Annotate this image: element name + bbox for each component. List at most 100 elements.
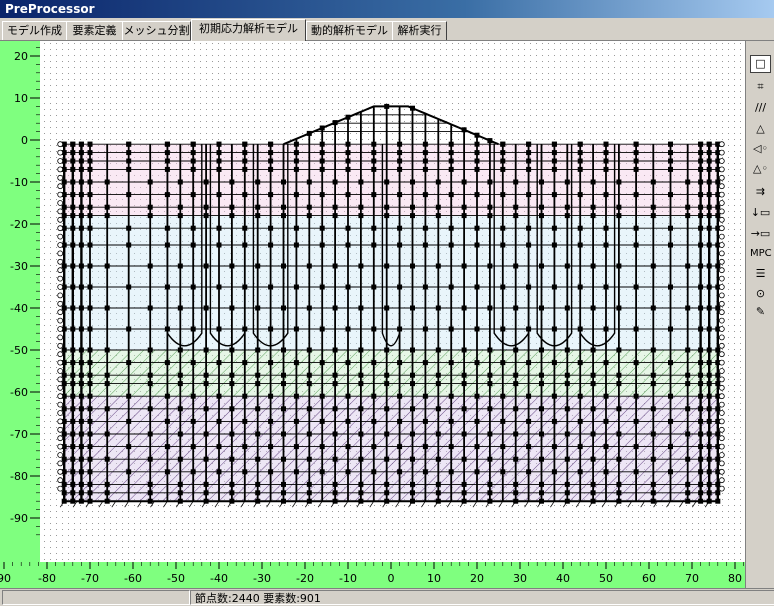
mesh-node (242, 141, 248, 147)
mesh-node (474, 393, 480, 399)
mesh-node (216, 150, 222, 156)
roller-support (718, 275, 725, 282)
mesh-node (422, 469, 428, 475)
mesh-node (590, 372, 596, 378)
mesh-node (603, 360, 609, 366)
mesh-node (229, 305, 235, 311)
mesh-node (126, 284, 132, 290)
mesh-node (87, 158, 93, 164)
mesh-node (616, 481, 622, 487)
mesh-node (590, 406, 596, 412)
mesh-node (216, 158, 222, 164)
mesh-plot[interactable]: 20 10 0 -10 -20 -30 -40 -50 -60 -70 -80 -90 90 -80 -7… (0, 41, 745, 588)
edit-icon[interactable]: ✎ (750, 303, 771, 321)
mesh-node (306, 490, 312, 496)
mesh-node (216, 284, 222, 290)
mesh-node (87, 242, 93, 248)
mesh-node (345, 418, 351, 424)
tab-initial-stress-model[interactable]: 初期応力解析モデル (191, 19, 306, 41)
load-icon[interactable]: ⇉ (750, 183, 771, 201)
node-element-count: 節点数:2440 要素数:901 (195, 592, 321, 605)
mesh-node (87, 431, 93, 437)
mesh-node (255, 347, 261, 353)
mesh-node (306, 263, 312, 269)
mesh-node (633, 469, 639, 475)
mesh-node (147, 456, 153, 462)
mesh-node (87, 150, 93, 156)
mesh-node (70, 225, 76, 231)
tab-run-analysis[interactable]: 解析実行 (392, 21, 447, 40)
mesh-node (268, 444, 274, 450)
x-axis-bar (0, 562, 745, 588)
fixed-support-icon[interactable]: /// (750, 99, 771, 117)
roller-support (718, 359, 725, 366)
joint-icon[interactable]: ⊙ (750, 285, 771, 303)
tab-model-create[interactable]: モデル作成 (2, 21, 67, 40)
mpc-button[interactable]: MPC (750, 245, 772, 263)
mesh-node (268, 141, 274, 147)
tab-element-define[interactable]: 要素定義 (66, 21, 123, 40)
mesh-node (268, 284, 274, 290)
mesh-node (474, 158, 480, 164)
mesh-node (715, 456, 721, 462)
mesh-node (177, 347, 183, 353)
mesh-node (435, 456, 441, 462)
mesh-node (513, 372, 519, 378)
mesh-node (203, 204, 209, 210)
mesh-node (203, 406, 209, 412)
mesh-node (500, 360, 506, 366)
load-side-icon[interactable]: →▭ (750, 225, 771, 243)
mesh-node (268, 158, 274, 164)
mesh-node (78, 406, 84, 412)
mesh-node (474, 166, 480, 172)
mesh-node (539, 406, 544, 412)
mesh-node (203, 381, 209, 387)
mesh-node (87, 166, 93, 172)
mesh-node (685, 381, 691, 387)
x-tick-label: 0 (388, 572, 395, 585)
roller-support (57, 250, 64, 257)
mesh-node (293, 192, 299, 198)
triangle-icon[interactable]: △ (750, 120, 771, 138)
mesh-node (87, 213, 93, 219)
roller-support (57, 401, 64, 408)
spring-icon[interactable]: ☰ (750, 265, 771, 283)
mesh-node (698, 444, 704, 450)
mesh-node (706, 490, 712, 496)
roller-support (57, 393, 64, 400)
mesh-node (698, 179, 704, 185)
mesh-node (164, 242, 170, 248)
roller-support (57, 351, 64, 358)
tab-dynamic-model[interactable]: 動的解析モデル (306, 21, 393, 40)
mesh-node (332, 263, 338, 269)
mesh-node (698, 347, 704, 353)
mesh-node (319, 393, 325, 399)
mesh-node (487, 490, 493, 496)
tab-mesh-split[interactable]: メッシュ分割 (122, 21, 191, 40)
mesh-node (397, 360, 403, 366)
mesh-node (448, 166, 454, 172)
mesh-node (190, 469, 196, 475)
mesh-node (564, 204, 570, 210)
mesh-node (448, 192, 454, 198)
mesh-node (358, 213, 364, 219)
mesh-node (104, 490, 110, 496)
mesh-node (551, 141, 557, 147)
roller-y-icon[interactable]: △◦ (750, 160, 771, 178)
mesh-node (551, 225, 557, 231)
mesh-node (650, 213, 656, 219)
roller-x-icon[interactable]: ◁◦ (750, 140, 771, 158)
mesh-node (70, 204, 76, 210)
select-rect-icon[interactable]: □ (750, 55, 771, 73)
mesh-node (293, 150, 299, 156)
mesh-node (384, 213, 390, 219)
load-down-icon[interactable]: ↓▭ (750, 204, 771, 222)
mesh-node (319, 242, 325, 248)
mesh-node (70, 305, 76, 311)
mesh-node (685, 456, 691, 462)
node-icon[interactable]: ⌗ (750, 78, 771, 96)
mesh-node (190, 360, 196, 366)
mesh-node (61, 305, 67, 311)
mesh-node (633, 225, 639, 231)
mesh-node (698, 284, 704, 290)
